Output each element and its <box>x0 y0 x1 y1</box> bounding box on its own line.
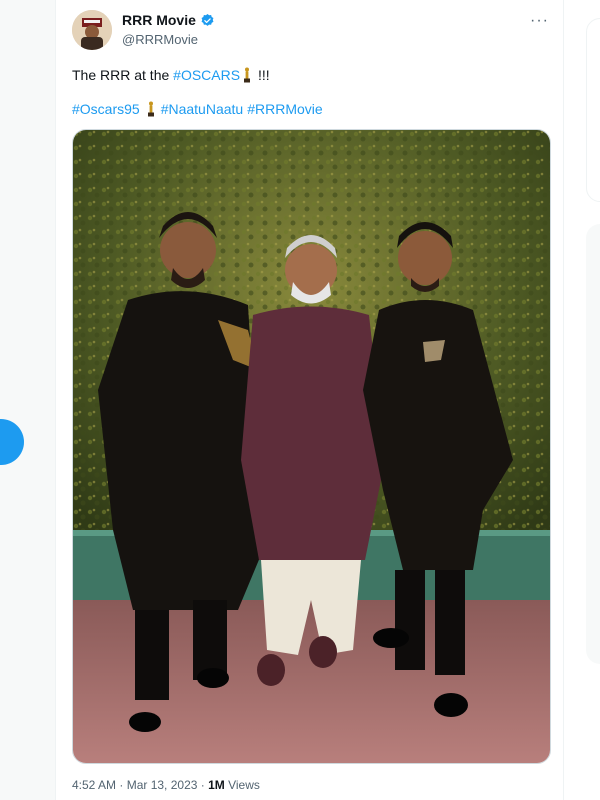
avatar-image <box>72 10 112 50</box>
hashtag-link[interactable]: #NaatuNaatu <box>161 101 244 117</box>
hashtag-link[interactable]: #OSCARS <box>173 67 240 83</box>
tweet-date[interactable]: Mar 13, 2023 <box>127 778 198 792</box>
oscar-statuette-icon <box>147 101 154 117</box>
right-sidebar-panel <box>586 224 600 664</box>
hashtag-link[interactable]: #RRRMovie <box>247 101 322 117</box>
handle[interactable]: @RRRMovie <box>122 32 198 47</box>
display-name[interactable]: RRR Movie <box>122 12 196 28</box>
views-label: Views <box>224 778 260 792</box>
left-gutter <box>0 0 55 800</box>
views-count[interactable]: 1M <box>208 778 225 792</box>
meta-separator: · <box>197 778 209 792</box>
more-horizontal-icon[interactable]: ··· <box>530 12 549 30</box>
verified-badge-icon <box>201 13 214 26</box>
tweet-meta: 4:52 AM · Mar 13, 2023 · 1M Views <box>72 778 260 792</box>
hashtag-link[interactable]: #Oscars95 <box>72 101 140 117</box>
tweet-text-prefix: The RRR at the <box>72 67 174 83</box>
hashtags-line: #Oscars95 #NaatuNaatu #RRRMovie <box>72 100 327 118</box>
tweet-text: The RRR at the #OSCARS !!! <box>72 66 270 84</box>
author-name-row: RRR Movie <box>122 12 215 28</box>
tweet-time[interactable]: 4:52 AM <box>72 778 116 792</box>
oscar-statuette-icon <box>244 67 251 83</box>
right-sidebar-card <box>586 18 600 202</box>
avatar[interactable] <box>72 10 112 50</box>
tweet-text-suffix: !!! <box>254 67 270 83</box>
tweet-photo[interactable] <box>72 129 551 764</box>
tweet-card: RRR Movie @RRRMovie ··· The RRR at the #… <box>55 0 564 800</box>
meta-separator: · <box>116 778 127 792</box>
photo-image <box>73 130 550 763</box>
